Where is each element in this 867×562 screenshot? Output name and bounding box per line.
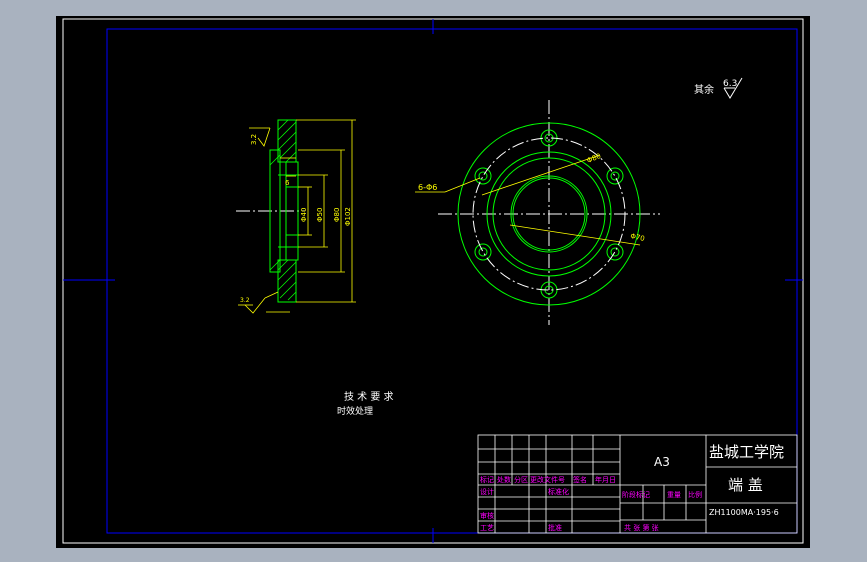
school-name: 盐城工学院 bbox=[709, 443, 784, 461]
cad-drawing: 其余 6.3 Φ40 Φ50 Φ80 Φ102 6 3.2 3.2 6-Φ6 Φ… bbox=[56, 16, 810, 548]
row-label-change: 更改文件号 bbox=[530, 475, 565, 484]
dim-d1: Φ40 bbox=[300, 208, 308, 222]
part-name: 端 盖 bbox=[728, 476, 763, 494]
approve-label: 批准 bbox=[548, 523, 562, 532]
dim-d3: Φ80 bbox=[333, 208, 341, 222]
row-label-mark: 标记 bbox=[480, 475, 494, 484]
dim-d4: Φ102 bbox=[344, 207, 352, 226]
stage-label: 阶段标记 bbox=[622, 490, 650, 499]
row-label-zone: 分区 bbox=[514, 475, 528, 484]
scale-label: 比例 bbox=[688, 490, 702, 499]
standard-label: 标准化 bbox=[548, 487, 569, 496]
left-roughness: 3.2 bbox=[250, 134, 258, 145]
roughness-value: 6.3 bbox=[723, 79, 737, 89]
tech-item: 时效处理 bbox=[337, 405, 373, 417]
weight-label: 重量 bbox=[667, 491, 681, 499]
hole-label: 6-Φ6 bbox=[418, 183, 437, 192]
roughness-note: 其余 bbox=[694, 83, 714, 96]
dim-w1: 6 bbox=[285, 179, 290, 187]
format-label: A3 bbox=[654, 455, 670, 469]
row-label-sign: 签名 bbox=[573, 475, 587, 484]
row-label-date: 年月日 bbox=[595, 475, 616, 484]
design-label: 设计 bbox=[480, 487, 494, 496]
drawing-number: ZH1100MA·195·6 bbox=[709, 508, 779, 517]
review-label: 审核 bbox=[480, 511, 494, 520]
dim-d2: Φ50 bbox=[316, 208, 324, 222]
tech-title: 技 术 要 求 bbox=[344, 390, 394, 403]
row-label-count: 处数 bbox=[497, 475, 511, 484]
small-roughness: 3.2 bbox=[240, 297, 250, 304]
sheets-label: 共 张 第 张 bbox=[624, 523, 659, 532]
process-label: 工艺 bbox=[480, 524, 494, 532]
